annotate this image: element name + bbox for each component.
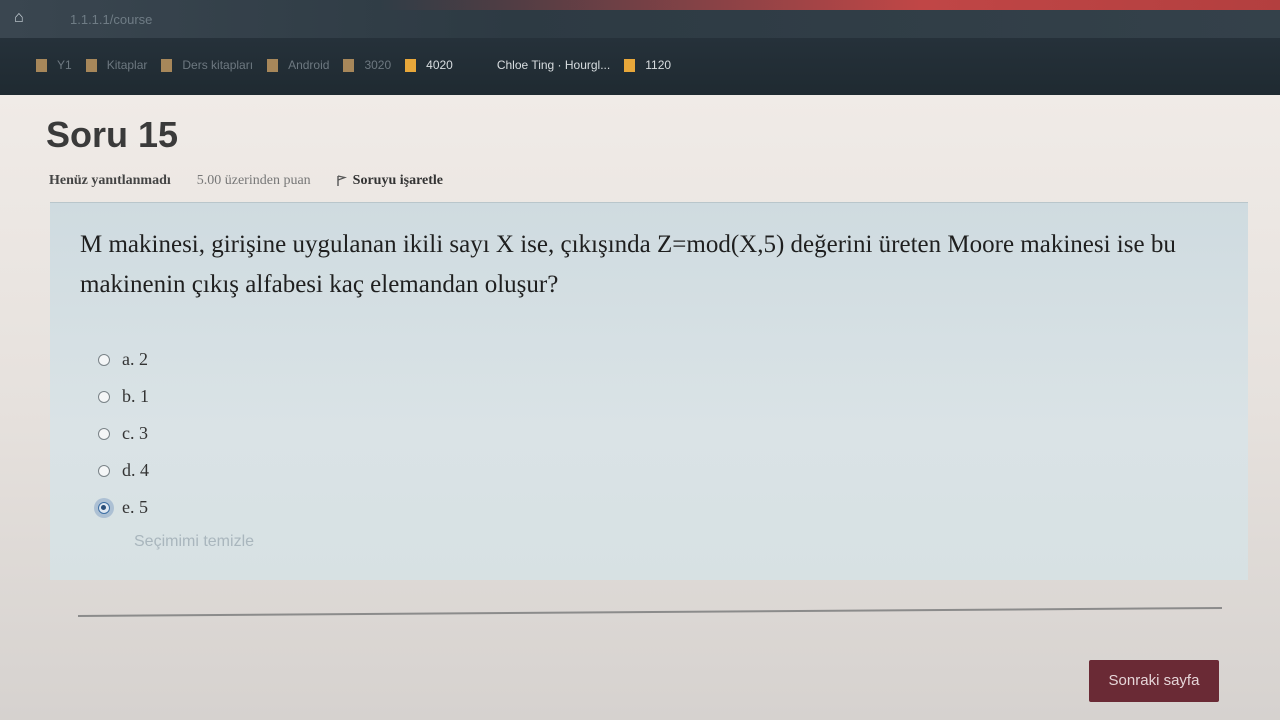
radio-button[interactable] [98, 464, 110, 477]
answer-options: a. 2 b. 1 c. 3 d. 4 e. 5 [98, 341, 498, 526]
radio-button[interactable] [98, 390, 110, 403]
answer-label: e. 5 [122, 497, 148, 517]
question-points: 5.00 üzerinden puan [196, 173, 311, 188]
bookmark-item[interactable]: 4020 [405, 53, 453, 77]
flag-icon [336, 175, 347, 187]
folder-icon [85, 58, 97, 72]
answer-status: Henüz yanıtlanmadı [49, 173, 171, 188]
answer-option[interactable]: c. 3 [98, 415, 498, 452]
answer-label: d. 4 [122, 460, 149, 480]
folder-icon [36, 58, 47, 72]
bookmark-item[interactable]: 3020 [343, 53, 391, 77]
bookmark-label: 1120 [645, 58, 672, 72]
bookmark-label: Chloe Ting · Hourgl... [496, 58, 611, 72]
bookmark-label: 3020 [364, 58, 392, 72]
folder-icon [343, 58, 355, 72]
folder-icon [624, 58, 636, 72]
bookmark-item[interactable]: Android [267, 53, 329, 77]
address-bar-area: ⌂ 1.1.1.1/course [0, 0, 1280, 38]
radio-button[interactable] [98, 427, 110, 440]
answer-label: c. 3 [122, 423, 148, 443]
question-info: Henüz yanıtlanmadı 5.00 üzerinden puan S… [49, 171, 443, 191]
bookmark-label: Ders kitapları [182, 58, 254, 72]
bookmark-item[interactable]: Kitaplar [85, 53, 148, 77]
answer-option[interactable]: a. 2 [98, 341, 498, 378]
answer-option[interactable]: b. 1 [98, 378, 498, 415]
question-text: M makinesi, girişine uygulanan ikili say… [80, 231, 1176, 298]
address-bar-text[interactable]: 1.1.1.1/course [70, 12, 270, 28]
bookmarks-bar: Y1 Kitaplar Ders kitapları Android 3020 4020 C… [0, 46, 1280, 84]
home-icon[interactable]: ⌂ [14, 10, 32, 26]
browser-chrome: ⌂ 1.1.1.1/course Y1 Kitaplar Ders kitaplar… [0, 0, 1280, 95]
bookmark-label: Kitaplar [106, 58, 148, 72]
folder-icon [267, 58, 279, 72]
bookmark-label: Android [288, 58, 330, 72]
answer-option[interactable]: e. 5 [98, 489, 498, 526]
bookmark-label: 4020 [426, 58, 453, 72]
question-box: M makinesi, girişine uygulanan ikili say… [50, 202, 1248, 580]
divider [78, 607, 1222, 617]
bookmark-item[interactable]: Y1 [36, 53, 72, 77]
page-title: Soru 15 [46, 114, 179, 155]
clear-choice-link[interactable]: Seçimimi temizle [134, 533, 254, 551]
flag-question-link[interactable]: Soruyu işaretle [336, 173, 444, 189]
answer-label: b. 1 [122, 386, 149, 406]
answer-label: a. 2 [122, 349, 148, 369]
folder-icon [161, 58, 173, 72]
flag-question-label: Soruyu işaretle [352, 173, 444, 188]
bookmark-item[interactable]: 1120 [624, 53, 671, 77]
next-page-button[interactable]: Sonraki sayfa [1089, 660, 1219, 702]
bookmark-item[interactable]: Chloe Ting · Hourgl... [497, 53, 610, 77]
answer-option[interactable]: d. 4 [98, 452, 498, 489]
folder-icon [405, 58, 417, 72]
radio-button[interactable] [98, 501, 110, 514]
radio-button[interactable] [98, 353, 110, 366]
window-edge [380, 0, 1280, 10]
quiz-page: Soru 15 Henüz yanıtlanmadı 5.00 üzerinde… [0, 95, 1280, 720]
bookmark-label: Y1 [57, 58, 72, 72]
bookmark-item[interactable]: Ders kitapları [161, 53, 253, 77]
